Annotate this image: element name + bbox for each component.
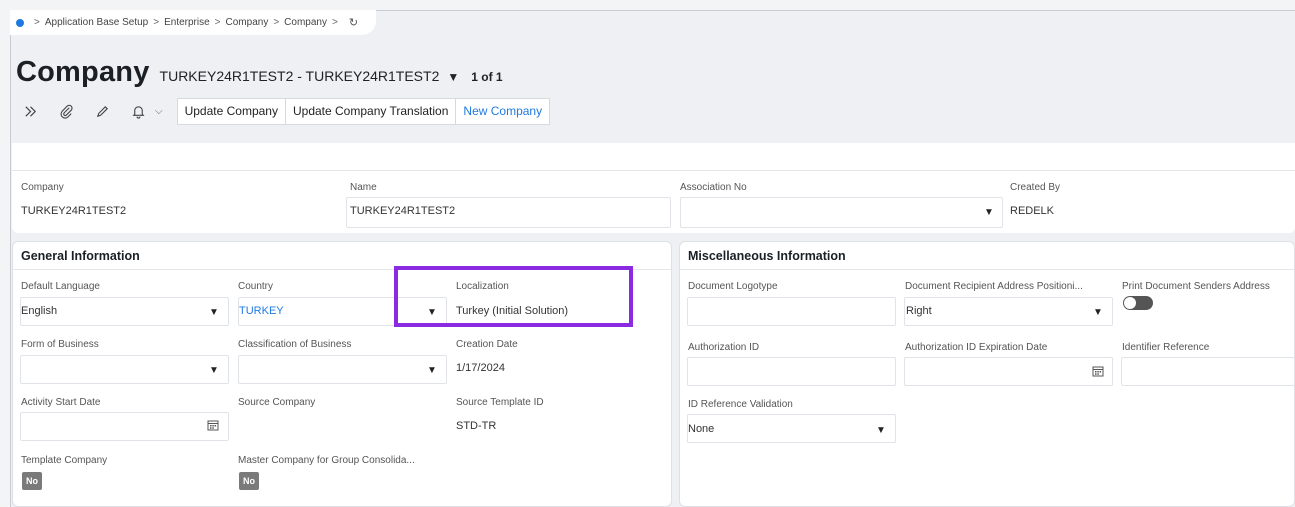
form-of-business-caret-icon[interactable]: ▼ [209, 365, 219, 376]
breadcrumb: > Application Base Setup > Enterprise > … [10, 10, 376, 35]
home-dot-icon[interactable] [16, 18, 24, 27]
default-language-label: Default Language [21, 281, 100, 292]
breadcrumb-separator: > [153, 17, 160, 28]
activity-start-date-field[interactable] [20, 412, 229, 441]
attachment-icon[interactable] [53, 98, 80, 124]
id-reference-validation-value: None [688, 423, 715, 435]
id-reference-validation-field[interactable] [687, 414, 896, 443]
expand-icon[interactable] [17, 98, 44, 124]
breadcrumb-item-enterprise[interactable]: Enterprise [164, 17, 210, 28]
creation-date-value: 1/17/2024 [456, 362, 505, 374]
default-language-value: English [21, 305, 58, 317]
source-template-id-label: Source Template ID [456, 397, 544, 408]
page-header: Company TURKEY24R1TEST2 - TURKEY24R1TEST… [16, 56, 503, 90]
master-company-badge: No [239, 472, 259, 490]
company-value: TURKEY24R1TEST2 [21, 205, 127, 217]
recipient-address-caret-icon[interactable]: ▼ [1093, 307, 1103, 318]
id-reference-validation-label: ID Reference Validation [688, 399, 793, 410]
authorization-id-expiration-label: Authorization ID Expiration Date [905, 342, 1048, 353]
classification-of-business-field[interactable] [238, 355, 447, 384]
country-value[interactable]: TURKEY [239, 305, 284, 317]
localization-highlight-box [394, 266, 633, 327]
calendar-icon[interactable] [207, 419, 219, 431]
classification-of-business-label: Classification of Business [238, 339, 352, 350]
name-value: TURKEY24R1TEST2 [350, 205, 456, 217]
association-no-field[interactable] [680, 197, 1003, 228]
authorization-id-expiration-field[interactable] [904, 357, 1113, 386]
miscellaneous-information-title: Miscellaneous Information [680, 242, 1294, 270]
default-language-caret-icon[interactable]: ▼ [209, 307, 219, 318]
association-no-label: Association No [680, 182, 747, 193]
created-by-label: Created By [1010, 182, 1061, 193]
source-template-id-value: STD-TR [456, 420, 497, 432]
breadcrumb-separator: > [34, 17, 40, 28]
breadcrumb-item-company[interactable]: Company [226, 17, 269, 28]
id-reference-validation-caret-icon[interactable]: ▼ [876, 425, 886, 436]
breadcrumb-separator: > [214, 17, 221, 28]
form-of-business-field[interactable] [20, 355, 229, 384]
breadcrumb-separator: > [273, 17, 280, 28]
record-selector-caret-icon[interactable]: ▼ [447, 70, 459, 84]
breadcrumb-item-company-current[interactable]: Company [284, 17, 327, 28]
card-strip [12, 143, 1295, 171]
recipient-address-positioning-label: Document Recipient Address Positioni... [905, 281, 1083, 292]
authorization-id-field[interactable] [687, 357, 896, 386]
authorization-id-label: Authorization ID [688, 342, 760, 353]
print-senders-address-label: Print Document Senders Address [1122, 281, 1270, 292]
country-label: Country [238, 281, 274, 292]
classification-caret-icon[interactable]: ▼ [427, 365, 437, 376]
print-senders-address-toggle[interactable] [1123, 296, 1153, 310]
update-company-button[interactable]: Update Company [176, 97, 285, 125]
master-company-label: Master Company for Group Consolida... [238, 455, 415, 466]
template-company-badge: No [22, 472, 42, 490]
company-label: Company [21, 182, 64, 193]
recipient-address-positioning-value: Right [906, 305, 932, 317]
refresh-icon[interactable]: ↻ [349, 16, 358, 29]
created-by-value: REDELK [1010, 205, 1055, 217]
record-count: 1 of 1 [471, 70, 503, 84]
form-of-business-label: Form of Business [21, 339, 99, 350]
recipient-address-positioning-field[interactable] [904, 297, 1113, 326]
document-logotype-label: Document Logotype [688, 281, 778, 292]
toolbar: ⌵ Update Company Update Company Translat… [17, 96, 551, 126]
record-selector[interactable]: TURKEY24R1TEST2 - TURKEY24R1TEST2 [160, 68, 440, 84]
new-company-button[interactable]: New Company [455, 97, 551, 125]
identifier-reference-label: Identifier Reference [1122, 342, 1210, 353]
association-dropdown-caret-icon[interactable]: ▼ [984, 207, 994, 218]
chevron-down-icon[interactable]: ⌵ [155, 106, 163, 117]
update-company-translation-button[interactable]: Update Company Translation [284, 97, 456, 125]
edit-icon[interactable] [89, 98, 116, 124]
name-label: Name [350, 182, 377, 193]
source-company-label: Source Company [238, 397, 316, 408]
template-company-label: Template Company [21, 455, 108, 466]
notification-bell-icon[interactable] [125, 98, 152, 124]
activity-start-date-label: Activity Start Date [21, 397, 101, 408]
document-logotype-field[interactable] [687, 297, 896, 326]
calendar-icon[interactable] [1092, 365, 1104, 377]
creation-date-label: Creation Date [456, 339, 518, 350]
breadcrumb-separator: > [331, 17, 338, 28]
identifier-reference-field[interactable] [1121, 357, 1295, 386]
page-title: Company [16, 56, 150, 88]
breadcrumb-item-application-base-setup[interactable]: Application Base Setup [45, 17, 148, 28]
